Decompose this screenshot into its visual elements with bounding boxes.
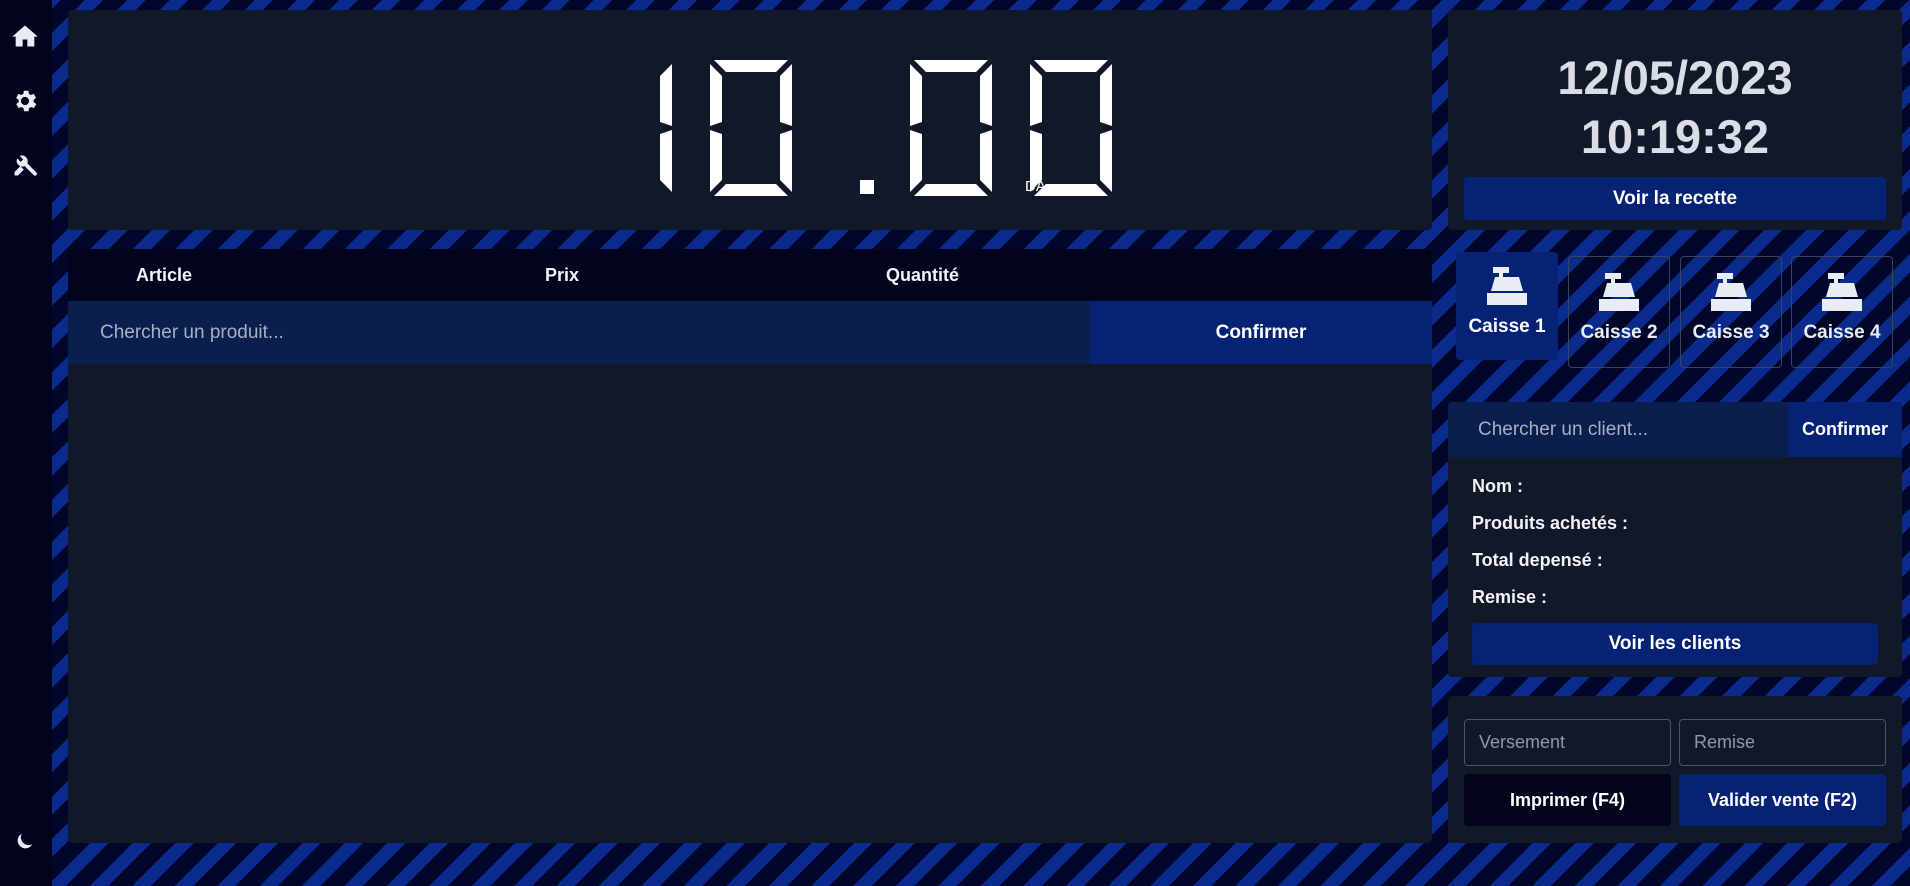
decimal-point bbox=[860, 180, 874, 194]
digit bbox=[1030, 60, 1112, 196]
validate-sale-button[interactable]: Valider vente (F2) bbox=[1679, 774, 1886, 826]
print-button[interactable]: Imprimer (F4) bbox=[1464, 774, 1671, 826]
client-search-row: Confirmer bbox=[1448, 402, 1902, 457]
register-3-tab[interactable]: Caisse 3 bbox=[1680, 256, 1782, 368]
view-revenue-button[interactable]: Voir la recette bbox=[1464, 177, 1886, 220]
amount-value bbox=[586, 58, 1146, 198]
payment-amount-input[interactable] bbox=[1464, 719, 1671, 766]
client-discount-label: Remise : bbox=[1472, 587, 1548, 607]
cart-header: Article Prix Quantité bbox=[68, 249, 1432, 301]
gear-icon[interactable] bbox=[10, 86, 40, 116]
amount-display: DA bbox=[68, 10, 1432, 230]
register-label: Caisse 2 bbox=[1580, 322, 1658, 343]
currency-label: DA bbox=[1025, 178, 1046, 195]
product-search-row: Confirmer bbox=[68, 301, 1432, 364]
sidebar bbox=[0, 0, 52, 886]
home-icon[interactable] bbox=[10, 21, 40, 51]
client-total-label: Total depensé : bbox=[1472, 550, 1603, 570]
client-products-label: Produits achetés : bbox=[1472, 513, 1629, 533]
client-panel: Confirmer Nom : Produits achetés : Total… bbox=[1448, 402, 1902, 677]
cash-register-icon bbox=[1487, 267, 1527, 305]
register-label: Caisse 4 bbox=[1803, 322, 1881, 343]
register-label: Caisse 3 bbox=[1692, 322, 1770, 343]
tools-icon[interactable] bbox=[10, 150, 40, 180]
confirm-product-button[interactable]: Confirmer bbox=[1090, 301, 1432, 364]
view-clients-button[interactable]: Voir les clients bbox=[1472, 623, 1878, 665]
current-date: 12/05/2023 bbox=[1557, 51, 1793, 104]
product-search-input[interactable] bbox=[68, 301, 1090, 364]
moon-icon[interactable] bbox=[10, 826, 40, 856]
confirm-client-button[interactable]: Confirmer bbox=[1788, 402, 1902, 457]
column-price: Prix bbox=[545, 265, 580, 285]
current-time: 10:19:32 bbox=[1580, 110, 1770, 163]
register-2-tab[interactable]: Caisse 2 bbox=[1568, 256, 1670, 368]
cart-panel: Article Prix Quantité Confirmer bbox=[68, 249, 1432, 843]
register-label: Caisse 1 bbox=[1468, 316, 1546, 337]
column-article: Article bbox=[136, 265, 193, 285]
register-1-tab[interactable]: Caisse 1 bbox=[1456, 252, 1558, 360]
payment-panel: Imprimer (F4) Valider vente (F2) bbox=[1448, 696, 1902, 843]
clock-panel: 12/05/2023 10:19:32 Voir la recette bbox=[1448, 10, 1902, 230]
digit bbox=[910, 60, 992, 196]
cash-register-icon bbox=[1822, 273, 1862, 311]
column-quantity: Quantité bbox=[886, 265, 960, 285]
cash-register-icon bbox=[1711, 273, 1751, 311]
register-4-tab[interactable]: Caisse 4 bbox=[1791, 256, 1893, 368]
digit bbox=[660, 64, 672, 192]
client-search-input[interactable] bbox=[1448, 402, 1788, 457]
digit bbox=[710, 60, 792, 196]
cash-register-icon bbox=[1599, 273, 1639, 311]
discount-input[interactable] bbox=[1679, 719, 1886, 766]
client-name-label: Nom : bbox=[1472, 476, 1523, 496]
